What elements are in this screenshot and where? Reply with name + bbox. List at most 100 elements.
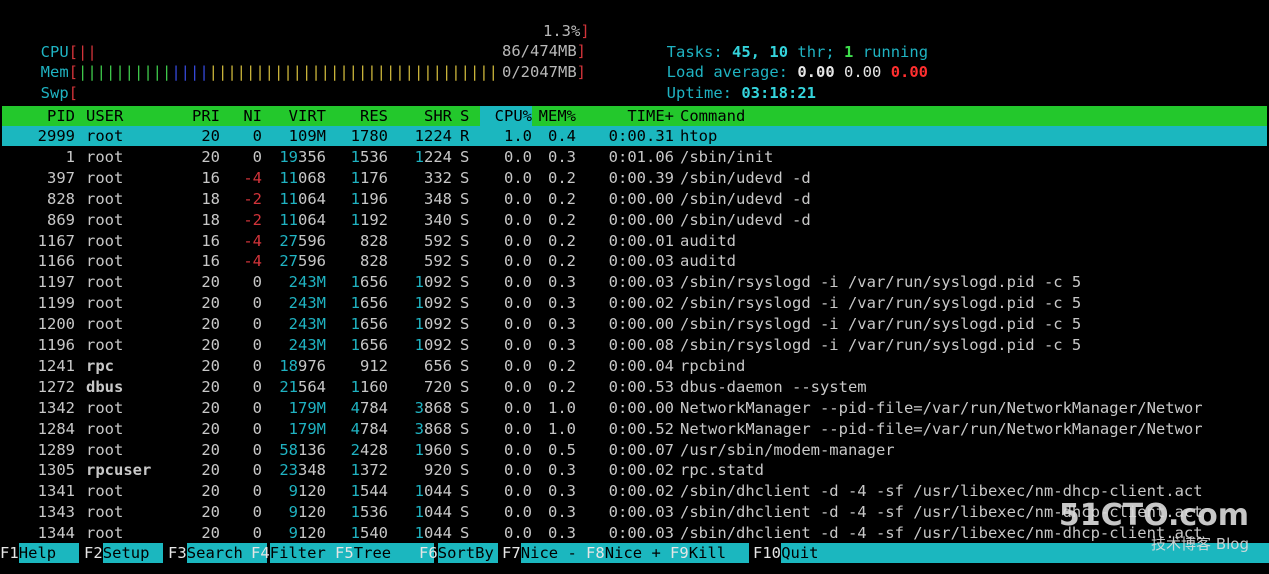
cell-cpu: 0.0: [504, 377, 532, 396]
column-shr[interactable]: SHR: [390, 106, 452, 126]
cell-shr: 592: [424, 252, 452, 271]
cell-mem: 0.3: [548, 524, 576, 543]
fkey-f3[interactable]: F3: [168, 543, 187, 563]
cell-res: 2428: [350, 440, 388, 459]
watermark-logo: 51CTO.com 技术博客 Blog: [1058, 498, 1249, 553]
table-row[interactable]: 869 root 18 -2 11064 1192 340 S 0.0 0.2 0:00.00/sb…: [2, 210, 1267, 230]
column-time[interactable]: TIME+: [588, 106, 674, 126]
column-pri[interactable]: PRI: [180, 106, 220, 126]
cell-s: S: [460, 356, 470, 375]
table-row[interactable]: 1 root 20 0 19356 1536 1224 S 0.0 0.3 0:01.06/sbin…: [2, 147, 1267, 167]
cell-ni: 0: [252, 377, 262, 396]
fkey-kill-button[interactable]: Kill: [688, 543, 749, 563]
fkey-setup-button[interactable]: Setup: [102, 543, 163, 563]
cell-pri: 20: [201, 315, 220, 334]
cell-command: auditd: [680, 252, 736, 271]
fkey-f10[interactable]: F10: [753, 543, 781, 563]
cell-user: root: [86, 503, 124, 522]
cell-command: /sbin/udevd -d: [680, 210, 811, 229]
cell-user: root: [86, 231, 124, 250]
fkey-f2[interactable]: F2: [84, 543, 103, 563]
fkey-sortby-button[interactable]: SortBy: [437, 543, 498, 563]
cell-cpu: 0.0: [504, 210, 532, 229]
fkey-help-button[interactable]: Help: [18, 543, 79, 563]
column-user[interactable]: USER: [86, 106, 123, 126]
cell-cpu: 0.0: [504, 398, 532, 417]
cell-time: 0:00.00: [608, 315, 674, 334]
cell-user: root: [86, 127, 124, 145]
table-row[interactable]: 1284 root 20 0 179M 4784 3868 S 0.0 1.0 0:00.52 Net…: [2, 419, 1267, 439]
table-row[interactable]: 1167 root 16 -4 27596 828 592 S 0.0 0.2 0:00.01 aud…: [2, 231, 1267, 251]
cell-pid: 1272: [37, 377, 75, 396]
cell-virt: 11064: [279, 189, 326, 208]
cell-pri: 20: [201, 273, 220, 292]
fkey-f8[interactable]: F8: [586, 543, 605, 563]
fkey-f5[interactable]: F5: [335, 543, 354, 563]
cell-virt: 27596: [279, 252, 326, 271]
table-row[interactable]: 1305 rpcuser 20 0 23348 1372 920 S 0.0 0.3 0:00.02…: [2, 460, 1267, 480]
table-row[interactable]: 1166 root 16 -4 27596 828 592 S 0.0 0.2 0:00.03 aud…: [2, 251, 1267, 271]
cell-pri: 20: [201, 419, 220, 438]
table-row[interactable]: 1241 rpc 20 0 18976 912 656 S 0.0 0.2 0:00.04 rpcbi…: [2, 356, 1267, 376]
cell-time: 0:00.02: [608, 461, 674, 480]
cell-s: S: [460, 189, 470, 208]
cell-cpu: 1.0: [504, 127, 532, 145]
fkey-f7[interactable]: F7: [502, 543, 521, 563]
cell-pri: 20: [201, 147, 220, 166]
table-row[interactable]: 828 root 18 -2 11064 1196 348 S 0.0 0.2 0:00.00/sb…: [2, 189, 1267, 209]
table-row[interactable]: 1289 root 20 0 58136 2428 1960 S 0.0 0.5 0:00.07/u…: [2, 440, 1267, 460]
cell-s: S: [460, 482, 470, 501]
column-command[interactable]: Command: [680, 106, 745, 126]
cell-mem: 0.2: [548, 231, 576, 250]
table-row[interactable]: 1196 root 20 0 243M 1656 1092 S 0.0 0.3 0:00.08/sb…: [2, 335, 1267, 355]
uptime-value: 03:18:21: [741, 84, 816, 102]
cell-res: 1540: [350, 524, 388, 543]
fkey-f9[interactable]: F9: [670, 543, 689, 563]
column-pid[interactable]: PID: [2, 106, 75, 126]
cell-virt: 109M: [288, 127, 326, 145]
table-row[interactable]: 1199 root 20 0 243M 1656 1092 S 0.0 0.3 0:00.02/sb…: [2, 293, 1267, 313]
column-res[interactable]: RES: [328, 106, 388, 126]
table-row[interactable]: 397 root 16 -4 11068 1176 332 S 0.0 0.2 0:00.39/sb…: [2, 168, 1267, 188]
cell-mem: 0.3: [548, 315, 576, 334]
cell-res: 1656: [350, 336, 388, 354]
cell-virt: 21564: [279, 377, 326, 396]
table-row-selected[interactable]: 2999 root 20 0 109M 1780 1224 R 1.0 0.4 0:00.31 hto…: [2, 126, 1267, 146]
cell-time: 0:00.00: [608, 398, 674, 417]
column-state[interactable]: S: [460, 106, 469, 126]
table-row[interactable]: 1272 dbus 20 0 21564 1160 720 S 0.0 0.2 0:00.53 dbu…: [2, 377, 1267, 397]
table-row[interactable]: 1342 root 20 0 179M 4784 3868 S 0.0 1.0 0:00.00 Net…: [2, 398, 1267, 418]
cell-user: root: [86, 315, 124, 334]
table-row[interactable]: 1197 root 20 0 243M 1656 1092 S 0.0 0.3 0:00.03/sb…: [2, 272, 1267, 292]
cell-shr: 656: [424, 356, 452, 375]
cell-pid: 1167: [37, 231, 75, 250]
cell-virt: 179M: [288, 419, 326, 438]
uptime: Uptime: 03:18:21: [666, 84, 816, 102]
cell-ni: -2: [243, 189, 262, 208]
cell-user: dbus: [86, 377, 124, 396]
cell-command: dbus-daemon --system: [680, 377, 867, 396]
table-row[interactable]: 1200 root 20 0 243M 1656 1092 S 0.0 0.3 0:00.00/sb…: [2, 314, 1267, 334]
fkey-f4[interactable]: F4: [251, 543, 270, 563]
cell-command: /sbin/udevd -d: [680, 189, 811, 208]
column-cpu-sorted[interactable]: CPU%: [480, 106, 532, 126]
column-virt[interactable]: VIRT: [264, 106, 326, 126]
cell-pid: 1284: [37, 419, 75, 438]
cell-time: 0:01.06: [608, 147, 674, 166]
cell-time: 0:00.02: [608, 294, 674, 313]
cell-user: root: [86, 252, 124, 271]
cell-command: /sbin/udevd -d: [680, 168, 811, 187]
cell-virt: 18976: [279, 356, 326, 375]
cell-s: S: [460, 461, 470, 480]
cell-pri: 20: [201, 524, 220, 543]
column-mem[interactable]: MEM%: [532, 106, 576, 126]
cell-res: 828: [360, 231, 388, 250]
cell-pri: 20: [201, 356, 220, 375]
column-ni[interactable]: NI: [230, 106, 262, 126]
fkey-f6[interactable]: F6: [419, 543, 438, 563]
mem-meter: Mem[||||||||||||||||||||||||||||||||||||…: [40, 63, 498, 81]
cell-res: 1372: [350, 461, 388, 480]
fkey-f1[interactable]: F1: [0, 543, 19, 563]
cell-pri: 20: [201, 461, 220, 480]
cell-pid: 1199: [37, 294, 75, 313]
